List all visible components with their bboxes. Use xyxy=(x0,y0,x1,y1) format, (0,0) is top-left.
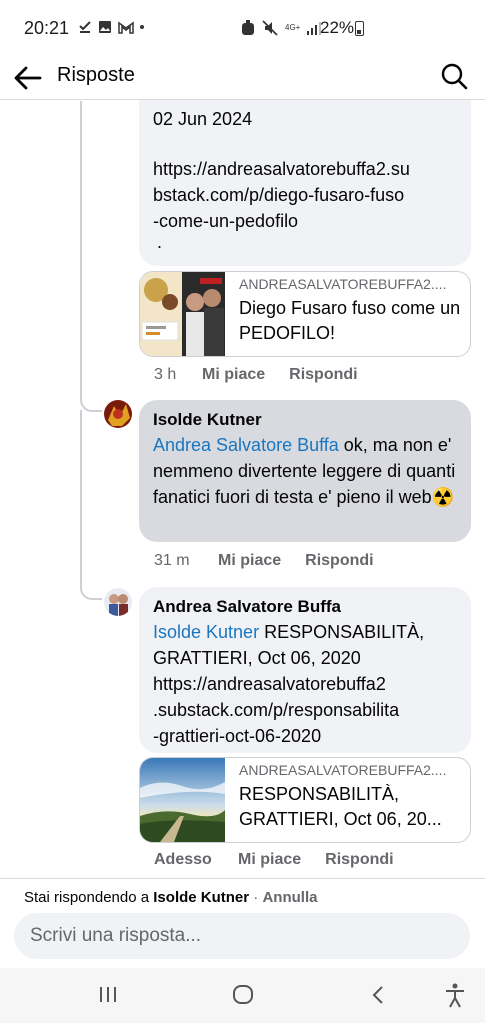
thread-line xyxy=(80,101,82,401)
cancel-reply-button[interactable]: Annulla xyxy=(262,889,317,906)
mute-icon xyxy=(262,20,278,36)
dot-icon xyxy=(140,25,144,29)
network-type: 4G+ xyxy=(285,23,301,32)
comment-time: 3 h xyxy=(154,366,177,383)
gallery-icon xyxy=(99,21,111,33)
mention-link[interactable]: Andrea Salvatore Buffa xyxy=(153,435,339,455)
link-preview-card[interactable]: ANDREASALVATOREBUFFA2.... Diego Fusaro f… xyxy=(139,271,471,357)
recents-button[interactable] xyxy=(94,982,124,1008)
thread-curve xyxy=(80,570,102,600)
reply-button[interactable]: Rispondi xyxy=(289,366,357,384)
link-preview-card[interactable]: ANDREASALVATOREBUFFA2.... RESPONSABILITÀ… xyxy=(139,757,471,843)
back-arrow-icon xyxy=(14,66,42,90)
like-button[interactable]: Mi piace xyxy=(202,366,265,384)
back-nav-button[interactable] xyxy=(364,982,394,1008)
reply-input[interactable] xyxy=(14,913,470,959)
gmail-icon xyxy=(118,21,134,34)
replying-to-info: Stai rispondendo a Isolde Kutner · Annul… xyxy=(24,889,317,906)
reply-bar: Stai rispondendo a Isolde Kutner · Annul… xyxy=(0,878,485,968)
separator: · xyxy=(249,889,263,906)
status-time: 20:21 xyxy=(24,18,70,38)
recents-icon xyxy=(100,987,116,1002)
link-line: .substack.com/p/responsabilita xyxy=(153,700,400,720)
comment-bubble: Andrea Salvatore Buffa Isolde Kutner RES… xyxy=(139,587,471,753)
link-line: -grattieri-oct-06-2020 xyxy=(153,726,322,746)
comment-text: Isolde Kutner RESPONSABILITÀ, GRATTIERI,… xyxy=(153,619,457,671)
comment-time: 31 m xyxy=(154,552,190,569)
avatar[interactable] xyxy=(104,588,132,616)
comment-trailing: . xyxy=(157,232,163,252)
system-icons: 4G+ xyxy=(241,20,322,36)
comment-date: 02 Jun 2024 xyxy=(153,109,253,129)
comment-actions: 3 h Mi piace Rispondi xyxy=(154,366,358,384)
alarm-icon xyxy=(242,20,254,35)
like-button[interactable]: Mi piace xyxy=(218,552,281,570)
preview-thumbnail xyxy=(140,758,225,842)
reply-button[interactable]: Rispondi xyxy=(305,552,373,570)
link-line: https://andreasalvatorebuffa2.su xyxy=(153,159,410,179)
thread-line xyxy=(80,410,82,580)
comment-author[interactable]: Isolde Kutner xyxy=(153,408,457,432)
like-button[interactable]: Mi piace xyxy=(238,851,301,869)
battery-percent: 22% xyxy=(320,18,355,37)
link-line: -come-un-pedofilo xyxy=(153,211,299,231)
comment-bubble-selected[interactable]: Isolde Kutner Andrea Salvatore Buffa ok,… xyxy=(139,400,471,542)
preview-thumbnail xyxy=(140,272,225,356)
thread-curve xyxy=(80,380,102,412)
system-nav-bar xyxy=(0,968,485,1023)
battery-icon xyxy=(355,21,364,36)
comment-bubble: 02 Jun 2024 https://andreasalvatorebuffa… xyxy=(139,100,471,266)
back-nav-icon xyxy=(372,986,383,1004)
accessibility-button[interactable] xyxy=(440,982,470,1008)
preview-title: RESPONSABILITÀ, GRATTIERI, Oct 06, 20... xyxy=(239,784,442,829)
reply-button[interactable]: Rispondi xyxy=(325,851,393,869)
accessibility-icon xyxy=(446,983,464,1008)
replying-prefix: Stai rispondendo a xyxy=(24,889,154,906)
home-button[interactable] xyxy=(228,982,258,1008)
replying-target: Isolde Kutner xyxy=(153,889,250,906)
radioactive-emoji: ☢️ xyxy=(431,487,455,507)
comment-text: Andrea Salvatore Buffa ok, ma non e' nem… xyxy=(153,432,457,510)
mention-link[interactable]: Isolde Kutner xyxy=(153,622,259,642)
app-header: Risposte xyxy=(0,56,485,100)
comment-actions: Adesso Mi piace Rispondi xyxy=(154,851,394,869)
avatar[interactable] xyxy=(104,400,132,428)
back-button[interactable] xyxy=(12,62,44,94)
search-button[interactable] xyxy=(439,61,469,91)
preview-title: Diego Fusaro fuso come un PEDOFILO! xyxy=(239,298,461,343)
search-icon xyxy=(441,63,468,90)
link-line: https://andreasalvatorebuffa2 xyxy=(153,674,386,694)
link-line: bstack.com/p/diego-fusaro-fuso xyxy=(153,185,405,205)
comment-link[interactable]: https://andreasalvatorebuffa2 .substack.… xyxy=(153,671,457,749)
preview-source: ANDREASALVATOREBUFFA2.... xyxy=(239,762,447,778)
notification-icons xyxy=(78,20,144,34)
home-icon xyxy=(233,985,253,1004)
download-done-icon xyxy=(79,21,91,33)
status-bar: 20:21 4G+ 22% xyxy=(0,0,485,56)
comment-link[interactable]: https://andreasalvatorebuffa2.su bstack.… xyxy=(153,156,457,234)
preview-source: ANDREASALVATOREBUFFA2.... xyxy=(239,276,447,292)
comment-author[interactable]: Andrea Salvatore Buffa xyxy=(153,595,457,619)
comment-actions: 31 m Mi piace Rispondi xyxy=(154,552,374,570)
comment-time: Adesso xyxy=(154,851,212,868)
page-title: Risposte xyxy=(57,64,135,86)
